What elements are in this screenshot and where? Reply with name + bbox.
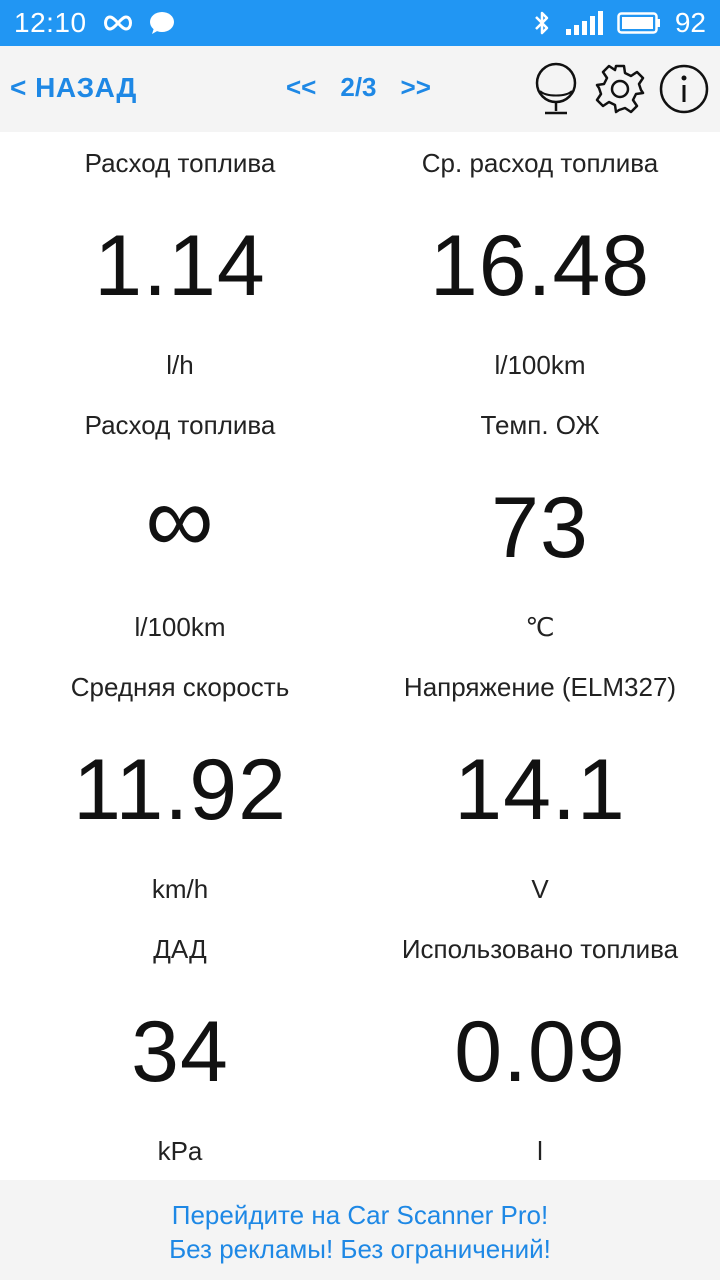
- gauge-title: Темп. ОЖ: [480, 410, 600, 440]
- promo-line-1: Перейдите на Car Scanner Pro!: [171, 1200, 549, 1230]
- gauge-fuel-used[interactable]: Использовано топлива 0.09 l: [360, 918, 720, 1180]
- gauge-title: Напряжение (ELM327): [403, 672, 677, 702]
- gauge-unit: l/100km: [494, 350, 586, 380]
- next-page-button[interactable]: >>: [401, 72, 431, 103]
- previous-page-button[interactable]: <<: [286, 72, 316, 103]
- status-bar-left: 12:10: [14, 7, 175, 39]
- gauge-value: 1.14: [94, 218, 266, 314]
- upgrade-promo-banner[interactable]: Перейдите на Car Scanner Pro! Без реклам…: [0, 1180, 720, 1280]
- gauge-unit: km/h: [151, 874, 209, 904]
- nav-icon-group: [530, 60, 710, 118]
- gauge-unit: l: [537, 1136, 543, 1166]
- promo-line-2: Без рекламы! Без ограничений!: [169, 1234, 551, 1264]
- info-icon[interactable]: [658, 60, 710, 118]
- status-time: 12:10: [14, 7, 87, 38]
- bluetooth-icon: [533, 10, 551, 36]
- gauge-title: Расход топлива: [84, 410, 276, 440]
- gauge-value: 73: [491, 480, 589, 576]
- gauge-value: 14.1: [454, 742, 626, 838]
- gauge-fuel-rate[interactable]: Расход топлива 1.14 l/h: [0, 132, 360, 394]
- gauge-unit: V: [531, 874, 549, 904]
- page-switcher: << 2/3 >>: [286, 72, 431, 103]
- top-navigation-bar: < НАЗАД << 2/3 >>: [0, 46, 720, 132]
- gauge-voltage[interactable]: Напряжение (ELM327) 14.1 V: [360, 656, 720, 918]
- back-button[interactable]: < НАЗАД: [10, 72, 137, 104]
- gauge-value: 0.09: [454, 1004, 626, 1100]
- gauge-unit: ℃: [525, 612, 555, 642]
- gauge-average-fuel-consumption[interactable]: Ср. расход топлива 16.48 l/100km: [360, 132, 720, 394]
- battery-level: 92: [674, 7, 706, 38]
- chat-bubble-icon: [149, 11, 175, 35]
- gauge-title: Расход топлива: [84, 148, 276, 178]
- gauge-value: 11.92: [73, 742, 287, 838]
- gauge-fuel-consumption[interactable]: Расход топлива ∞ l/100km: [0, 394, 360, 656]
- status-bar: 12:10 92: [0, 0, 720, 46]
- gauge-unit: kPa: [157, 1136, 203, 1166]
- gauge-title: Ср. расход топлива: [421, 148, 659, 178]
- battery-icon: [617, 11, 661, 35]
- gauge-average-speed[interactable]: Средняя скорость 11.92 km/h: [0, 656, 360, 918]
- gauge-value: 16.48: [429, 218, 651, 314]
- gauge-manifold-pressure[interactable]: ДАД 34 kPa: [0, 918, 360, 1180]
- page-indicator: 2/3: [340, 72, 377, 102]
- infinity-icon: [101, 13, 135, 33]
- gauge-title: Использовано топлива: [401, 934, 679, 964]
- gear-icon[interactable]: [594, 60, 646, 118]
- gauge-coolant-temperature[interactable]: Темп. ОЖ 73 ℃: [360, 394, 720, 656]
- gauge-unit: l/h: [166, 350, 194, 380]
- gauge-globe-icon[interactable]: [530, 60, 582, 118]
- gauge-unit: l/100km: [134, 612, 226, 642]
- gauge-title: Средняя скорость: [70, 672, 290, 702]
- status-bar-right: 92: [533, 7, 706, 39]
- gauge-title: ДАД: [153, 934, 207, 964]
- gauge-grid: Расход топлива 1.14 l/h Ср. расход топли…: [0, 132, 720, 1180]
- signal-icon: [565, 11, 603, 35]
- gauge-value: 34: [131, 1004, 229, 1100]
- gauge-value: ∞: [145, 466, 215, 573]
